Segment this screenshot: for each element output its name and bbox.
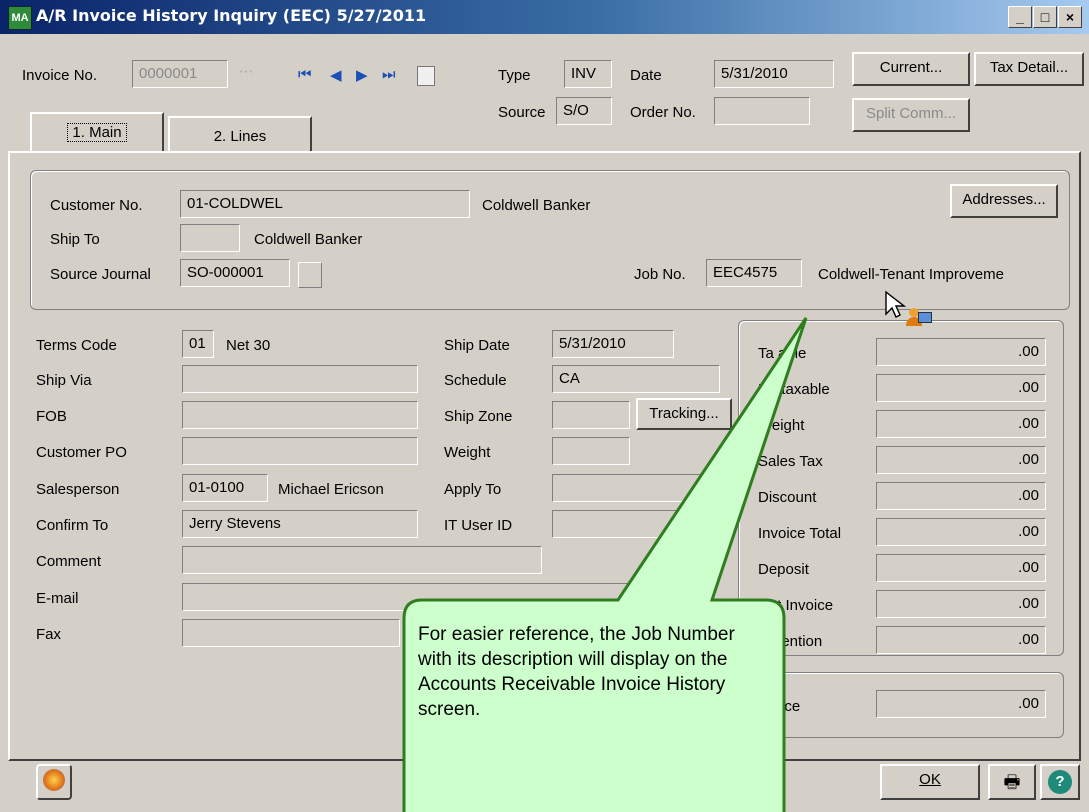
callout-shape	[402, 317, 808, 812]
mouse-cursor-icon	[885, 290, 906, 318]
user-icon	[904, 308, 932, 326]
callout-text: For easier reference, the Job Number wit…	[418, 624, 735, 720]
